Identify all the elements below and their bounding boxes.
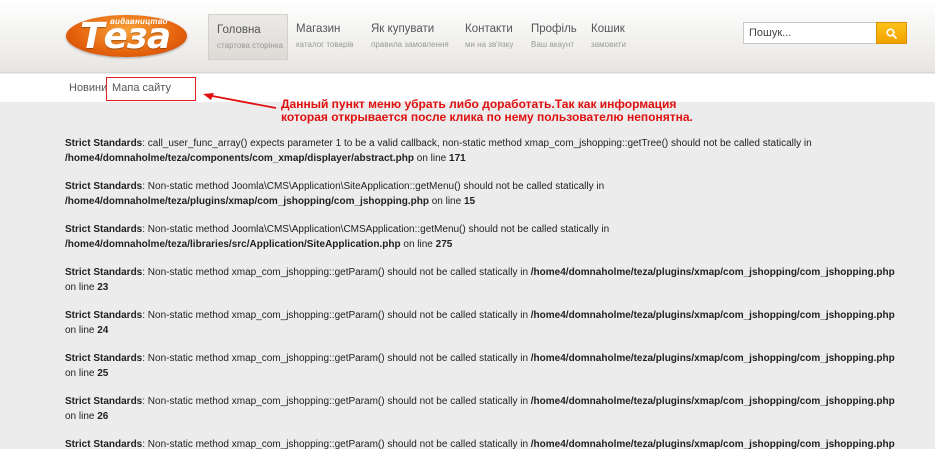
error-label: Strict Standards: [65, 353, 143, 364]
error-line: 171: [449, 152, 466, 164]
error-online: on line: [400, 238, 436, 250]
error-online: on line: [428, 195, 464, 207]
error-path: /home4/domnaholme/teza/plugins/xmap/com_…: [65, 195, 429, 207]
error-text: : Non-static method xmap_com_jshopping::…: [142, 396, 531, 407]
error-text: : Non-static method Joomla\CMS\Applicati…: [142, 181, 605, 192]
error-online: on line: [65, 324, 98, 336]
error-line: 25: [97, 367, 109, 379]
error-path: /home4/domnaholme/teza/components/com_xm…: [65, 152, 414, 164]
error-path: /home4/domnaholme/teza/libraries/src/App…: [65, 238, 401, 250]
annotation-line-2: которая открывается после клика по нему …: [281, 110, 693, 124]
error-online: on line: [65, 410, 98, 422]
error-line: 24: [97, 324, 109, 336]
error-line: 15: [463, 195, 476, 207]
error-path: /home4/domnaholme/teza/plugins/xmap/com_…: [530, 353, 895, 364]
error-online: on line: [65, 367, 98, 379]
error-path: /home4/domnaholme/teza/plugins/xmap/com_…: [530, 396, 895, 407]
error-line: 26: [97, 410, 109, 422]
error-text: : Non-static method xmap_com_jshopping::…: [142, 310, 531, 321]
error-path: /home4/domnaholme/teza/plugins/xmap/com_…: [530, 439, 895, 449]
error-line: 275: [435, 238, 453, 250]
error-message: Strict Standards: Non-static method xmap…: [65, 309, 895, 338]
error-text: : Non-static method Joomla\CMS\Applicati…: [142, 224, 610, 235]
error-label: Strict Standards: [65, 267, 143, 278]
error-label: Strict Standards: [65, 138, 143, 149]
error-text: : Non-static method xmap_com_jshopping::…: [142, 439, 531, 449]
error-label: Strict Standards: [65, 439, 143, 449]
error-message: Strict Standards: Non-static method xmap…: [65, 438, 895, 449]
error-message: Strict Standards: Non-static method xmap…: [65, 352, 895, 381]
error-online: on line: [413, 152, 450, 164]
error-message: Strict Standards: call_user_func_array()…: [65, 137, 895, 166]
error-label: Strict Standards: [65, 181, 143, 192]
annotation-note: Данный пункт меню убрать либо доработать…: [281, 98, 693, 124]
error-text: : Non-static method xmap_com_jshopping::…: [142, 267, 531, 278]
error-message: Strict Standards: Non-static method Joom…: [65, 180, 895, 209]
error-message: Strict Standards: Non-static method Joom…: [65, 223, 895, 252]
error-label: Strict Standards: [65, 224, 143, 235]
error-line: 23: [97, 281, 109, 293]
error-text: : Non-static method xmap_com_jshopping::…: [142, 353, 531, 364]
error-text: : call_user_func_array() expects paramet…: [142, 138, 812, 149]
error-message: Strict Standards: Non-static method xmap…: [65, 266, 895, 295]
error-online: on line: [65, 281, 98, 293]
error-path: /home4/domnaholme/teza/plugins/xmap/com_…: [530, 310, 895, 321]
error-path: /home4/domnaholme/teza/plugins/xmap/com_…: [530, 267, 895, 278]
error-message: Strict Standards: Non-static method xmap…: [65, 395, 895, 424]
error-label: Strict Standards: [65, 310, 143, 321]
error-label: Strict Standards: [65, 396, 143, 407]
